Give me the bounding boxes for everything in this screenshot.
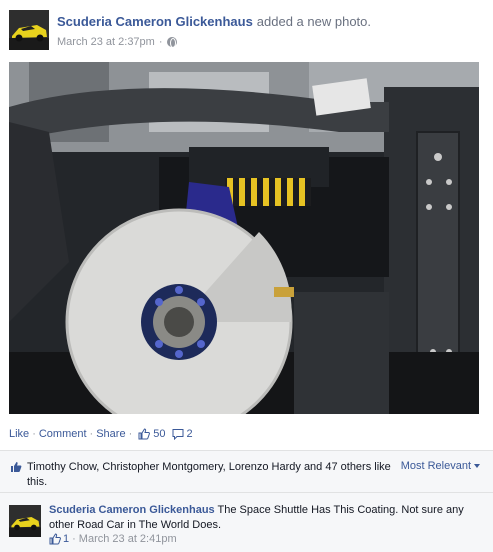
post-action-bar: Like · Comment · Share · 50 2 [9,428,193,440]
action-separator: · [89,428,94,440]
author-avatar[interactable] [9,10,49,50]
likes-summary: Timothy Chow, Christopher Montgomery, Lo… [0,450,493,492]
comment-count[interactable]: 2 [172,428,193,440]
share-link[interactable]: Share [96,428,125,440]
chevron-down-icon [474,464,480,468]
meta-separator: · [158,36,163,48]
post-meta: March 23 at 2:37pm · [57,36,177,48]
like-count[interactable]: 50 [138,428,166,440]
most-relevant-dropdown[interactable]: Most Relevant [401,460,480,472]
globe-icon[interactable] [166,37,177,48]
photo-post: Scuderia Cameron Glickenhaus added a new … [0,0,493,552]
post-action-text: added a new photo. [256,14,372,29]
comment-author-link[interactable]: Scuderia Cameron Glickenhaus [49,504,215,516]
comment-meta-separator: · [72,533,76,545]
comment-link[interactable]: Comment [39,428,87,440]
photo-illustration [9,62,479,414]
likes-text[interactable]: Timothy Chow, Christopher Montgomery, Lo… [27,460,397,490]
most-relevant-label: Most Relevant [400,460,471,472]
post-header: Scuderia Cameron Glickenhaus added a new … [57,14,371,29]
action-separator: · [32,428,36,440]
comment-meta: 1 · March 23 at 2:41pm [49,533,177,545]
author-name-link[interactable]: Scuderia Cameron Glickenhaus [57,14,253,29]
like-link[interactable]: Like [9,428,29,440]
comment: Scuderia Cameron Glickenhaus The Space S… [0,492,493,552]
comment-body: Scuderia Cameron Glickenhaus The Space S… [49,503,479,533]
like-count-value: 50 [153,428,166,440]
comment-like-count-value: 1 [63,533,70,545]
comment-timestamp[interactable]: March 23 at 2:41pm [79,533,177,545]
comment-bubble-icon [172,429,183,440]
post-photo[interactable] [9,62,479,414]
action-separator: · [128,428,133,440]
thumbs-up-icon [11,462,22,472]
comment-author-avatar[interactable] [9,505,41,537]
thumbs-up-icon [138,428,151,440]
comment-count-value: 2 [186,428,193,440]
thumbs-up-icon [49,533,61,545]
comment-like-count[interactable]: 1 [49,533,69,545]
post-timestamp[interactable]: March 23 at 2:37pm [57,36,155,48]
